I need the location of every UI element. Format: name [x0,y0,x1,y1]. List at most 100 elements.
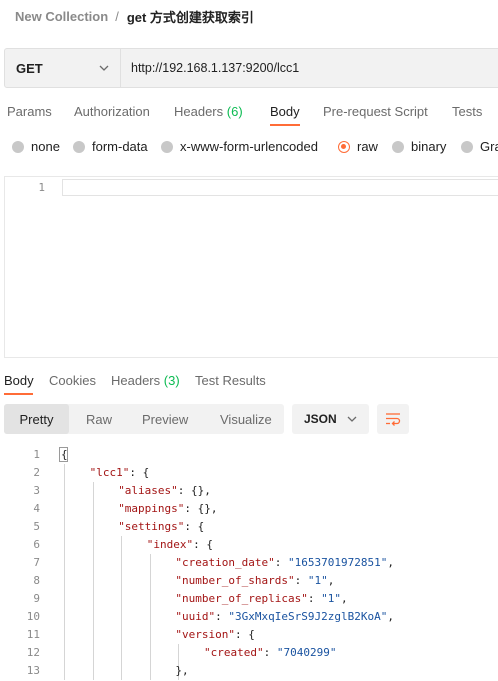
request-bar: GET http://192.168.1.137:9200/lcc1 [4,48,498,88]
json-punctuation: : [263,646,277,659]
code-line: 2 "lcc1": { [0,464,498,482]
code-content: "number_of_replicas": "1", [175,592,347,605]
body-type-label: none [31,139,60,154]
code-content: "number_of_shards": "1", [175,574,334,587]
radio-selected-icon [338,140,350,153]
tab-pre-request-script[interactable]: Pre-request Script [323,104,428,119]
json-punctuation: : { [235,628,255,641]
body-type-graphql[interactable]: Gra [461,139,498,154]
json-key: "uuid" [175,610,216,623]
tab-headers[interactable]: Headers (6) [174,104,243,119]
json-punctuation: : [307,592,322,605]
line-number: 5 [33,520,40,533]
line-number: 11 [26,628,40,641]
format-value: JSON [304,412,337,426]
body-type-none[interactable]: none [12,139,60,154]
line-number: 1 [38,181,45,194]
body-type-binary[interactable]: binary [392,139,446,154]
body-type-options: none form-data x-www-form-urlencoded raw… [12,139,498,157]
json-key: "number_of_shards" [175,574,295,587]
code-content: "lcc1": { [90,466,150,479]
response-tab-body[interactable]: Body [4,373,34,388]
line-number: 10 [26,610,40,623]
radio-icon [161,140,173,153]
response-tabs: Body Cookies Headers (3) Test Results [0,371,498,397]
json-string: "1" [307,574,328,587]
view-mode-visualize[interactable]: Visualize [220,404,272,434]
json-string: "7040299" [276,646,337,659]
body-type-label: Gra [480,139,498,154]
request-name[interactable]: get 方式创建获取索引 [127,7,254,26]
json-key: "created" [204,646,264,659]
body-type-form-data[interactable]: form-data [73,139,148,154]
code-line: 11 "version": { [0,626,498,644]
url-input[interactable]: http://192.168.1.137:9200/lcc1 [121,48,498,88]
method-select[interactable]: GET [4,48,121,88]
wrap-lines-button[interactable] [377,404,409,434]
format-select[interactable]: JSON [292,404,369,434]
code-content: "uuid": "3GxMxqIeSrS9J2zglB2KoA", [175,610,394,623]
code-line: 12 "created": "7040299" [0,644,498,662]
code-line: 4 "mappings": {}, [0,500,498,518]
code-line: 13}, [0,662,498,680]
view-mode-pretty[interactable]: Pretty [4,404,69,434]
tab-tests[interactable]: Tests [452,104,482,119]
line-number: 8 [33,574,40,587]
response-tab-cookies[interactable]: Cookies [49,373,96,388]
json-punctuation: }, [175,664,189,677]
code-line: 1{ [0,446,498,464]
json-punctuation: : [215,610,229,623]
code-content: "created": "7040299" [204,646,336,659]
chevron-down-icon [99,65,109,71]
tab-body[interactable]: Body [270,104,300,119]
json-punctuation: : {}, [184,502,218,515]
body-type-urlencoded[interactable]: x-www-form-urlencoded [161,139,318,154]
view-mode-raw[interactable]: Raw [86,404,112,434]
tab-headers-count: (6) [226,104,243,119]
response-tab-headers-label: Headers [111,373,161,388]
method-value: GET [16,60,43,76]
response-tab-test-results[interactable]: Test Results [195,373,266,388]
json-punctuation: : [274,556,288,569]
json-punctuation: : { [129,466,150,479]
code-line: 9 "number_of_replicas": "1", [0,590,498,608]
code-line: 10 "uuid": "3GxMxqIeSrS9J2zglB2KoA", [0,608,498,626]
code-content: "aliases": {}, [118,484,211,497]
json-string: "3GxMxqIeSrS9J2zglB2KoA" [228,610,388,623]
json-string: "1653701972851" [287,556,388,569]
request-body-editor[interactable]: 1 [4,176,498,358]
json-punctuation: , [340,592,348,605]
line-number: 13 [26,664,40,677]
url-value: http://192.168.1.137:9200/lcc1 [131,61,300,75]
response-tab-headers[interactable]: Headers (3) [111,373,180,388]
json-key: "version" [175,628,235,641]
view-mode-preview[interactable]: Preview [142,404,188,434]
code-content: "version": { [175,628,254,641]
body-type-label: raw [357,139,378,154]
line-number: 1 [33,448,40,461]
breadcrumb-collection-link[interactable]: New Collection [15,9,108,24]
body-type-raw[interactable]: raw [338,139,378,154]
json-punctuation: : { [184,520,205,533]
view-mode-group: Pretty Raw Preview Visualize [4,404,284,434]
code-line: 3 "aliases": {}, [0,482,498,500]
json-string: "1" [321,592,341,605]
json-punctuation: : { [193,538,214,551]
tab-params[interactable]: Params [7,104,52,119]
code-line: 5 "settings": { [0,518,498,536]
json-key: "creation_date" [175,556,275,569]
request-tabs: Params Authorization Headers (6) Body Pr… [0,100,498,126]
code-line: 6 "index": { [0,536,498,554]
body-type-label: x-www-form-urlencoded [180,139,318,154]
wrap-lines-icon [386,413,401,426]
tab-headers-label: Headers [174,104,224,119]
tab-authorization[interactable]: Authorization [74,104,150,119]
body-type-label: binary [411,139,447,154]
response-body[interactable]: 1{ 2 "lcc1": { 3 "aliases": {}, 4 "mappings": … [0,446,498,681]
line-number: 2 [33,466,40,479]
bracket-match-highlight [59,447,68,462]
radio-icon [392,140,404,153]
chevron-down-icon [347,416,357,422]
line-number: 4 [33,502,40,515]
json-punctuation: , [387,610,394,623]
